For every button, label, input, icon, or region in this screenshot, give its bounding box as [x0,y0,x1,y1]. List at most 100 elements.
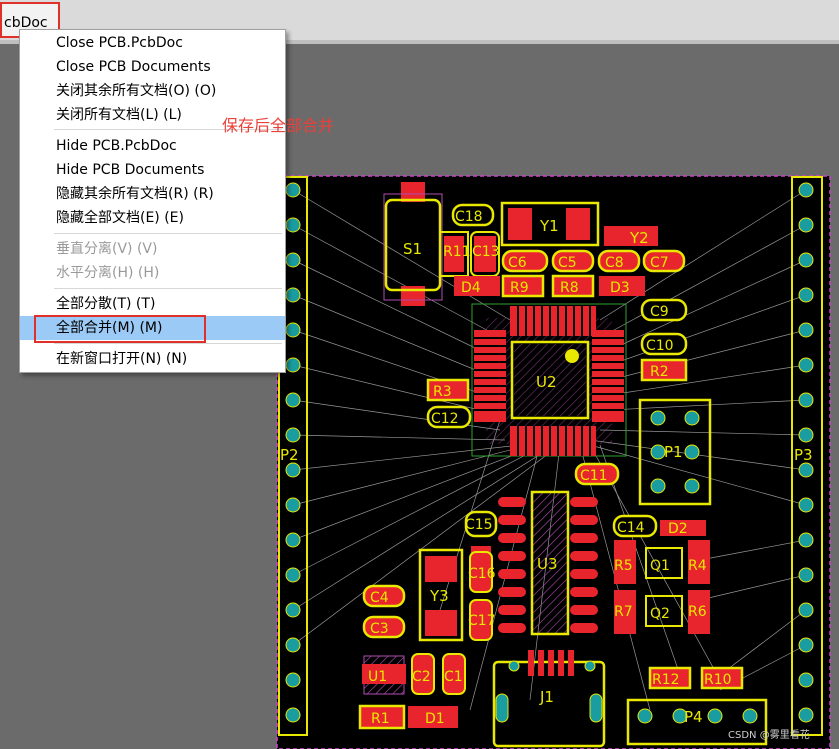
label-d3: D3 [610,280,630,296]
component-c2: C2 [411,653,435,695]
label-r2: R2 [650,364,669,380]
component-r10: R10 [700,666,744,690]
label-q1: Q1 [650,558,670,574]
label-r12: R12 [652,672,680,688]
label-c1: C1 [444,669,463,685]
label-d2: D2 [668,521,688,537]
label-c9: C9 [650,304,669,320]
component-c11: C11 [574,462,620,486]
label-c16: C16 [468,566,496,582]
component-c10: C10 [640,332,688,356]
component-r3: R3 [426,378,470,402]
label-c17: C17 [468,613,496,629]
label-p4: P4 [684,708,703,726]
menu-separator [54,233,282,234]
component-c17: C17 [468,599,496,641]
component-d1: D1 [408,706,458,728]
label-r10: R10 [704,672,732,688]
component-c12: C12 [426,405,472,429]
label-s1: S1 [403,240,422,258]
menu-item-hide-all-documents[interactable]: 隐藏全部文档(E) (E) [20,206,285,230]
label-r5: R5 [614,558,633,574]
component-d3: D3 [599,276,645,296]
component-c3: C3 [362,615,406,639]
annotation-text: 保存后全部合并 [222,116,335,135]
component-y2: Y2 [604,226,658,247]
label-y3: Y3 [429,587,449,605]
component-r8: R8 [551,274,595,298]
component-c16: C16 [468,551,496,593]
label-q2: Q2 [650,606,670,622]
label-c2: C2 [412,669,431,685]
label-c8: C8 [605,255,624,271]
label-y1: Y1 [539,217,559,235]
component-u1: U1 [362,655,406,695]
component-c4: C4 [362,584,406,608]
label-c3: C3 [370,621,389,637]
component-c14: C14 [612,514,658,538]
component-r12: R12 [648,666,692,690]
annotation-highlight-box [34,315,206,343]
label-c13: C13 [472,244,500,260]
component-r7: R7 [614,590,636,634]
component-c1: C1 [442,653,466,695]
component-r5: R5 [614,540,636,584]
header-p2-label: P2 [280,446,299,464]
menu-item-open-in-new-window[interactable]: 在新窗口打开(N) (N) [20,347,285,371]
component-c9: C9 [640,298,688,322]
label-c11: C11 [580,468,608,484]
label-u3: U3 [537,555,558,573]
component-r2: R2 [640,358,688,382]
menu-separator [54,288,282,289]
menu-separator [54,343,282,344]
menu-item-tile-all[interactable]: 全部分散(T) (T) [20,292,285,316]
label-c7: C7 [650,255,669,271]
label-c5: C5 [558,255,577,271]
label-c6: C6 [508,255,527,271]
menu-item-close-pcbdoc[interactable]: Close PCB.PcbDoc [20,31,285,55]
menu-item-split-vertical: 垂直分离(V) (V) [56,241,158,257]
component-r9: R9 [501,274,545,298]
component-c7: C7 [642,249,686,273]
menu-item-hide-pcb-documents[interactable]: Hide PCB Documents [20,158,285,182]
component-r1: R1 [358,704,406,730]
component-r4: R4 [688,540,710,584]
label-d1: D1 [425,711,445,727]
menu-item-close-other-documents[interactable]: 关闭其余所有文档(O) (O) [20,79,285,103]
label-r11: R11 [443,244,471,260]
component-c18: C18 [451,203,495,227]
label-c12: C12 [431,411,459,427]
label-d4: D4 [461,280,481,296]
component-d4: D4 [454,276,500,296]
label-r3: R3 [433,384,452,400]
component-c6: C6 [501,249,549,273]
label-r9: R9 [510,280,529,296]
menu-item-hide-other-documents[interactable]: 隐藏其余所有文档(R) (R) [20,182,285,206]
component-c8: C8 [597,249,641,273]
menu-item-hide-pcbdoc[interactable]: Hide PCB.PcbDoc [20,134,285,158]
component-c13: C13 [470,231,500,277]
label-r4: R4 [688,558,707,574]
label-u2: U2 [536,373,557,391]
component-u2: U2 [471,303,627,457]
label-p1: P1 [664,443,683,461]
label-r1: R1 [371,711,390,727]
label-j1: J1 [539,688,554,706]
label-c18: C18 [455,209,483,225]
label-r6: R6 [688,604,707,620]
component-d2: D2 [660,520,706,537]
label-c4: C4 [370,590,389,606]
component-r6: R6 [688,590,710,634]
component-c5: C5 [551,249,595,273]
label-r7: R7 [614,604,633,620]
label-r8: R8 [560,280,579,296]
label-c14: C14 [617,520,645,536]
label-u1: U1 [368,669,387,685]
menu-item-close-pcb-documents[interactable]: Close PCB Documents [20,55,285,79]
header-p3-label: P3 [794,446,813,464]
label-y2: Y2 [629,229,649,247]
label-c10: C10 [646,338,674,354]
label-c15: C15 [465,517,493,533]
menu-item-split-horizontal: 水平分离(H) (H) [56,265,160,281]
watermark: CSDN @雾里看花 [728,730,810,741]
